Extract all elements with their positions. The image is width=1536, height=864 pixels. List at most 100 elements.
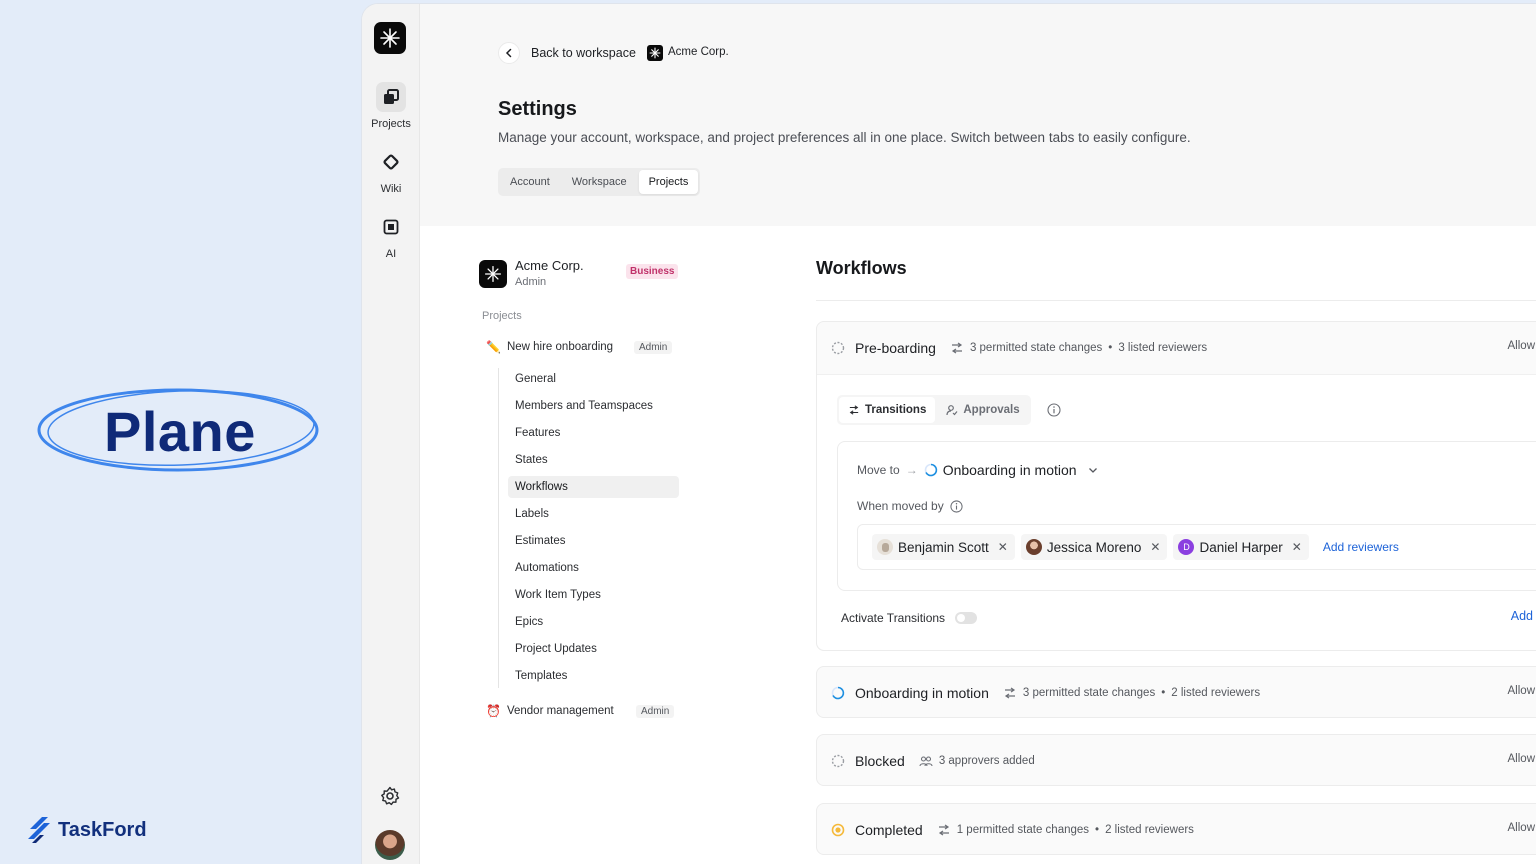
add-transition-button[interactable]: Add (1511, 609, 1533, 623)
user-avatar[interactable] (375, 830, 405, 860)
reviewers-field[interactable]: Benjamin Scott ✕ Jessica Moreno ✕ D Dani… (857, 524, 1536, 570)
activate-transitions-toggle[interactable] (955, 612, 978, 624)
page-title: Settings (498, 98, 577, 120)
pencil-emoji-icon: ✏️ (486, 340, 501, 354)
reviewer-name: Daniel Harper (1199, 539, 1283, 555)
project-item-vendor-management[interactable]: ⏰ Vendor management (486, 704, 614, 718)
meta-separator-dot: • (1161, 687, 1166, 699)
backlog-state-icon (831, 341, 845, 355)
reviewer-chip: D Daniel Harper ✕ (1173, 534, 1309, 560)
state-meta-reviewers: 2 listed reviewers (1105, 824, 1194, 836)
state-meta: 3 permitted state changes • 3 listed rev… (950, 342, 1207, 354)
rail-item-projects[interactable]: Projects (362, 82, 420, 130)
org-role: Admin (515, 276, 547, 288)
allow-toggle-label[interactable]: Allow (1508, 753, 1535, 765)
transitions-icon (1004, 687, 1015, 699)
project-name: New hire onboarding (506, 341, 614, 353)
allow-toggle-label[interactable]: Allow (1508, 685, 1535, 697)
back-to-workspace-link[interactable]: Back to workspace (531, 46, 636, 60)
remove-reviewer-icon[interactable]: ✕ (1150, 540, 1160, 554)
state-card-header: Onboarding in motion 3 permitted state c… (817, 667, 1536, 719)
wiki-icon (376, 147, 406, 177)
target-state-dropdown[interactable]: Onboarding in motion (924, 462, 1098, 478)
add-reviewers-button[interactable]: Add reviewers (1323, 540, 1399, 554)
workspace-logo-icon (647, 45, 663, 61)
nav-work-item-types[interactable]: Work Item Types (508, 584, 679, 606)
move-to-label: Move to (857, 463, 900, 477)
approvers-icon (919, 756, 933, 767)
nav-labels[interactable]: Labels (508, 503, 679, 525)
reviewer-avatar (1025, 539, 1042, 555)
app-window: Projects Wiki AI Back to workspace Acme … (362, 4, 1536, 864)
workflows-title: Workflows (816, 258, 907, 278)
blocked-state-icon (831, 754, 845, 768)
in-progress-state-icon (831, 686, 845, 700)
tab-approvals[interactable]: Approvals (937, 397, 1028, 423)
state-name: Pre-boarding (855, 340, 936, 356)
tab-workspace[interactable]: Workspace (562, 170, 637, 194)
move-to-row: Move to → Onboarding in motion (857, 462, 1098, 478)
allow-toggle-label[interactable]: Allow (1508, 822, 1535, 834)
transitions-icon (849, 405, 859, 415)
state-name: Completed (855, 822, 923, 838)
project-name: Vendor management (506, 705, 614, 717)
info-icon[interactable] (950, 499, 963, 513)
settings-gear-icon[interactable] (380, 786, 400, 811)
rail-item-label: AI (385, 248, 397, 260)
nav-project-updates[interactable]: Project Updates (508, 638, 679, 660)
rail-item-wiki[interactable]: Wiki (362, 147, 420, 195)
back-button[interactable] (498, 42, 520, 64)
nav-automations[interactable]: Automations (508, 557, 679, 579)
app-rail: Projects Wiki AI (362, 4, 420, 864)
app-logo-icon[interactable] (374, 22, 406, 54)
alarm-clock-emoji-icon: ⏰ (486, 704, 501, 718)
state-card-header[interactable]: Pre-boarding 3 permitted state changes •… (817, 322, 1536, 374)
nav-epics[interactable]: Epics (508, 611, 679, 633)
tab-transitions[interactable]: Transitions (839, 397, 936, 423)
target-state-name: Onboarding in motion (942, 462, 1077, 478)
in-progress-state-icon (924, 463, 937, 477)
state-meta-changes: 1 permitted state changes (956, 824, 1090, 836)
remove-reviewer-icon[interactable]: ✕ (1292, 540, 1302, 554)
state-meta-approvers: 3 approvers added (938, 755, 1035, 767)
moved-by-label: When moved by (857, 499, 944, 513)
state-meta-changes: 3 permitted state changes (969, 342, 1103, 354)
state-sub-tabs: Transitions Approvals (837, 395, 1031, 425)
org-logo-icon (479, 260, 507, 288)
nav-templates[interactable]: Templates (508, 665, 679, 687)
meta-separator-dot: • (1095, 824, 1100, 836)
state-card-onboarding-in-motion[interactable]: Onboarding in motion 3 permitted state c… (816, 666, 1536, 718)
reviewer-avatar: D (1178, 539, 1195, 555)
rail-item-label: Wiki (380, 183, 402, 195)
tab-projects[interactable]: Projects (638, 170, 699, 194)
workspace-name[interactable]: Acme Corp. (668, 46, 729, 58)
tab-account[interactable]: Account (500, 170, 560, 194)
arrow-right-icon: → (905, 463, 918, 477)
org-name: Acme Corp. (515, 258, 584, 273)
nav-features[interactable]: Features (508, 422, 679, 444)
info-icon[interactable] (1047, 403, 1061, 417)
allow-toggle-label[interactable]: Allow (1508, 340, 1535, 352)
rail-item-ai[interactable]: AI (362, 212, 420, 260)
state-card-blocked[interactable]: Blocked 3 approvers added Allow (816, 734, 1536, 786)
tab-label: Approvals (963, 404, 1020, 416)
chevron-left-icon (505, 48, 512, 58)
nav-general[interactable]: General (508, 368, 679, 390)
nav-states[interactable]: States (508, 449, 679, 471)
meta-separator-dot: • (1108, 342, 1113, 354)
nav-workflows[interactable]: Workflows (508, 476, 679, 498)
tab-label: Transitions (865, 404, 927, 416)
divider (816, 300, 1536, 301)
state-card-completed[interactable]: Completed 1 permitted state changes • 2 … (816, 803, 1536, 855)
page-description: Manage your account, workspace, and proj… (498, 130, 1191, 145)
brand-name: TaskFord (58, 818, 147, 841)
project-item-new-hire-onboarding[interactable]: ✏️ New hire onboarding (486, 340, 613, 354)
plan-badge: Business (626, 264, 679, 279)
settings-header: Back to workspace Acme Corp. Settings Ma… (420, 4, 1536, 226)
remove-reviewer-icon[interactable]: ✕ (998, 540, 1008, 554)
brand-logo: TaskFord (26, 815, 147, 845)
state-name: Blocked (855, 753, 905, 769)
nav-estimates[interactable]: Estimates (508, 530, 679, 552)
nav-members-and-teamspaces[interactable]: Members and Teamspaces (508, 395, 679, 417)
settings-content: Acme Corp. Admin Business Projects ✏️ Ne… (420, 226, 1536, 864)
